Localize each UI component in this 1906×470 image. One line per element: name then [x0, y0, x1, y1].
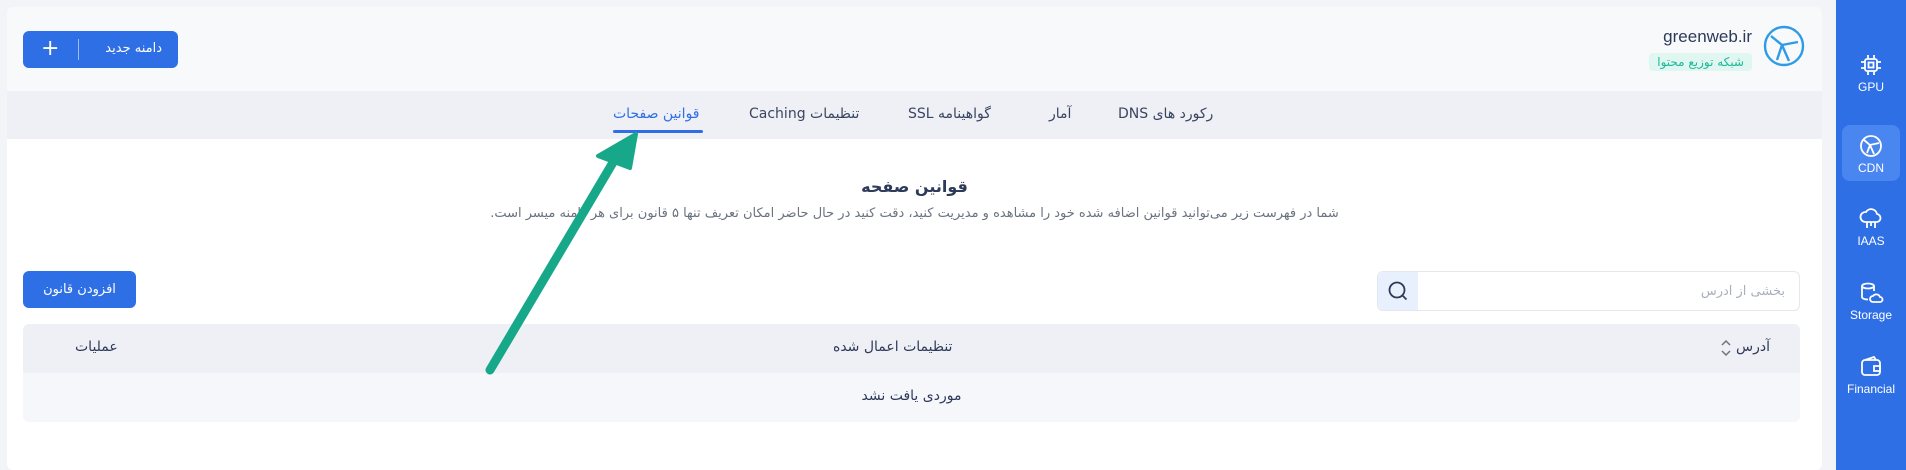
- annotation-arrow: [485, 132, 638, 375]
